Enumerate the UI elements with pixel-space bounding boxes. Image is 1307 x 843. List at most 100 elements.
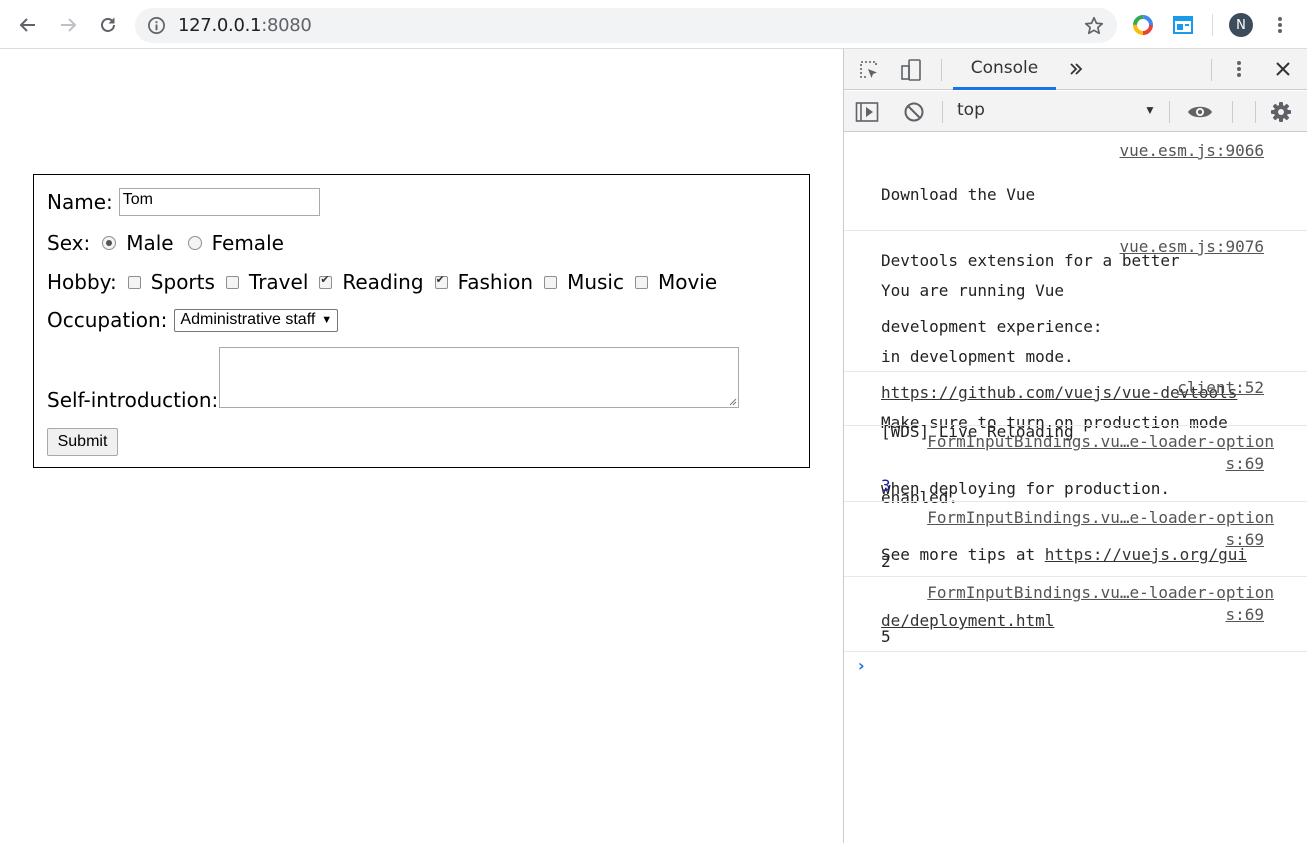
reload-button[interactable] <box>93 10 123 40</box>
message-source-link[interactable]: vue.esm.js:9066 <box>1120 140 1265 162</box>
extension-window-button[interactable] <box>1168 10 1198 40</box>
device-toolbar-button[interactable] <box>898 57 924 83</box>
devtools-panel: Console top ▼ Download the Vue Devtools … <box>843 49 1307 843</box>
hobby-reading-checkbox[interactable] <box>319 273 333 289</box>
console-toolbar: top ▼ <box>844 91 1307 132</box>
intro-row: Self-introduction: <box>47 388 218 412</box>
message-number-value: 3 <box>881 476 891 495</box>
forward-arrow-icon <box>61 18 77 32</box>
chevron-double-right-icon <box>1070 63 1083 75</box>
hobby-fashion-label[interactable]: Fashion <box>458 270 534 294</box>
message-source-link-continued[interactable]: s:69 <box>1225 529 1264 551</box>
context-selector[interactable]: top <box>957 100 985 120</box>
reload-icon <box>101 17 115 32</box>
back-arrow-icon <box>19 18 35 32</box>
clear-console-button[interactable] <box>901 99 927 125</box>
hobby-fashion-checkbox[interactable] <box>434 273 448 289</box>
message-source-link-continued[interactable]: s:69 <box>1225 453 1264 475</box>
message-source-link[interactable]: FormInputBindings.vu…e-loader-option <box>927 582 1274 604</box>
message-source-link[interactable]: vue.esm.js:9076 <box>1120 236 1265 258</box>
name-row: Name: Tom <box>47 188 320 216</box>
message-source-link[interactable]: client:52 <box>1177 377 1264 399</box>
show-sidebar-button[interactable] <box>854 99 880 125</box>
devtools-tabbar: Console <box>844 49 1307 90</box>
hobby-music-checkbox[interactable] <box>544 275 558 289</box>
message-source-link-continued[interactable]: s:69 <box>1225 604 1264 626</box>
address-bar[interactable]: 127.0.0.1:8080 <box>135 8 1117 43</box>
context-dropdown-arrow-icon[interactable]: ▼ <box>1144 103 1156 117</box>
extension-color-button[interactable] <box>1128 10 1158 40</box>
form-container: Name: Tom Sex: Male Female Hobby: Sports… <box>33 174 810 468</box>
name-input[interactable]: Tom <box>118 188 320 216</box>
info-icon[interactable] <box>147 16 166 35</box>
message-number-value: 5 <box>881 627 891 646</box>
hobby-travel-checkbox[interactable] <box>225 275 239 289</box>
hobby-sports-label[interactable]: Sports <box>151 270 215 294</box>
hobby-travel-label[interactable]: Travel <box>249 270 308 294</box>
tab-console[interactable]: Console <box>953 49 1056 90</box>
sex-female-label[interactable]: Female <box>212 231 284 255</box>
occupation-selected-value: Administrative staff <box>180 311 316 328</box>
intro-textarea[interactable] <box>219 347 739 408</box>
vertical-dots-icon <box>1278 17 1282 33</box>
toolbar-separator <box>1212 14 1213 36</box>
message-source-link[interactable]: FormInputBindings.vu…e-loader-option <box>927 507 1274 529</box>
sex-label: Sex: <box>47 231 91 255</box>
submit-button[interactable]: Submit <box>47 428 118 456</box>
live-expression-button[interactable] <box>1184 99 1216 125</box>
sex-male-label[interactable]: Male <box>126 231 173 255</box>
message-line: in development mode. <box>881 347 1074 366</box>
message-line: Download the Vue <box>881 185 1036 204</box>
occupation-row: Occupation: Administrative staff ▼ <box>47 308 339 332</box>
url-host: 127.0.0.1 <box>178 15 262 36</box>
sex-male-radio[interactable] <box>102 236 117 250</box>
close-devtools-button[interactable] <box>1271 57 1295 81</box>
window-extension-icon <box>1173 16 1193 34</box>
message-line: You are running Vue <box>881 281 1065 300</box>
vertical-dots-icon <box>1237 61 1241 77</box>
hobby-sports-checkbox[interactable] <box>127 275 141 289</box>
eye-icon <box>1188 106 1212 118</box>
console-message: Download the Vue Devtools extension for … <box>844 133 1307 402</box>
gear-icon <box>1271 102 1291 122</box>
hobby-music-label[interactable]: Music <box>567 270 624 294</box>
hobby-label: Hobby: <box>47 270 117 294</box>
console-prompt-row[interactable]: › <box>844 652 1307 682</box>
hobby-reading-label[interactable]: Reading <box>342 270 423 294</box>
bookmark-star-icon[interactable] <box>1083 15 1105 37</box>
console-message: You are running Vue in development mode.… <box>844 231 1307 630</box>
filter-separator-3 <box>1232 101 1233 123</box>
back-button[interactable] <box>13 10 43 40</box>
sidebar-play-icon <box>855 102 879 122</box>
filter-separator-2 <box>1169 101 1170 123</box>
url-text[interactable]: 127.0.0.1:8080 <box>178 15 312 36</box>
tab-separator-right <box>1211 59 1212 81</box>
color-ring-extension-icon <box>1133 15 1153 35</box>
browser-toolbar: 127.0.0.1:8080 N <box>0 0 1307 49</box>
message-source-link[interactable]: FormInputBindings.vu…e-loader-option <box>927 431 1274 453</box>
page-content: Name: Tom Sex: Male Female Hobby: Sports… <box>0 49 843 843</box>
browser-menu-button[interactable] <box>1265 10 1295 40</box>
name-label: Name: <box>47 190 113 214</box>
filter-separator <box>942 101 943 123</box>
occupation-label: Occupation: <box>47 308 168 332</box>
occupation-select[interactable]: Administrative staff ▼ <box>174 308 339 332</box>
dropdown-arrow-icon: ▼ <box>321 314 333 326</box>
forward-button[interactable] <box>53 10 83 40</box>
intro-label: Self-introduction: <box>47 388 219 412</box>
resize-handle-icon[interactable] <box>728 397 737 406</box>
sex-female-radio[interactable] <box>187 236 202 250</box>
hobby-movie-checkbox[interactable] <box>634 275 648 289</box>
hobby-row: Hobby: Sports Travel Reading Fashion Mus… <box>47 270 717 294</box>
prompt-chevron-icon: › <box>858 656 865 675</box>
sex-row: Sex: Male Female <box>47 231 284 255</box>
console-message: [WDS] Live Reloading enabled. client:52 <box>844 372 1307 507</box>
devtools-menu-button[interactable] <box>1227 57 1251 81</box>
filter-separator-4 <box>1255 101 1256 123</box>
more-tabs-button[interactable] <box>1064 57 1088 81</box>
inspect-element-button[interactable] <box>856 57 882 83</box>
hobby-movie-label[interactable]: Movie <box>658 270 717 294</box>
console-message: FormInputBindings.vu…e-loader-option s:6… <box>844 426 1307 502</box>
console-settings-button[interactable] <box>1268 99 1294 125</box>
profile-avatar[interactable]: N <box>1229 13 1253 37</box>
